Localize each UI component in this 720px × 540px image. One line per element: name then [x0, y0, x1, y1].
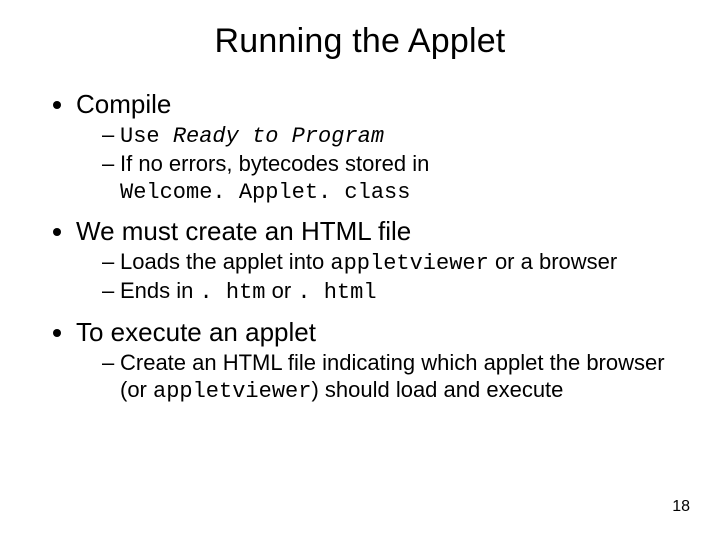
bullet-execute: To execute an applet Create an HTML file…: [76, 317, 674, 406]
bullet-text: We must create an HTML file: [76, 216, 411, 246]
sub-text: Loads the applet into: [120, 249, 330, 274]
sub-text: Use: [120, 124, 173, 149]
bullet-text: Compile: [76, 89, 171, 119]
sub-text: If no errors, bytecodes stored in: [120, 151, 429, 176]
sub-text: or a browser: [489, 249, 617, 274]
sub-item: Create an HTML file indicating which app…: [102, 350, 674, 406]
sub-item: Use Ready to Program: [102, 122, 674, 151]
sub-text: ) should load and execute: [311, 377, 563, 402]
slide-title: Running the Applet: [0, 0, 720, 61]
bullet-html-file: We must create an HTML file Loads the ap…: [76, 216, 674, 307]
code-text: Ready to Program: [173, 124, 384, 149]
code-text: . htm: [200, 280, 266, 305]
slide: Running the Applet Compile Use Ready to …: [0, 0, 720, 540]
sub-list: Loads the applet into appletviewer or a …: [76, 249, 674, 307]
sub-item: If no errors, bytecodes stored in Welcom…: [102, 151, 674, 207]
code-text: . html: [297, 280, 376, 305]
code-text: appletviewer: [153, 379, 311, 404]
bullet-text: To execute an applet: [76, 317, 316, 347]
sub-text: or: [266, 278, 298, 303]
sub-list: Create an HTML file indicating which app…: [76, 350, 674, 406]
sub-text: Ends in: [120, 278, 200, 303]
slide-body: Compile Use Ready to Program If no error…: [0, 61, 720, 406]
code-text: Welcome. Applet. class: [120, 180, 410, 205]
sub-item: Ends in . htm or . html: [102, 278, 674, 307]
sub-item: Loads the applet into appletviewer or a …: [102, 249, 674, 278]
bullet-list: Compile Use Ready to Program If no error…: [46, 89, 674, 406]
bullet-compile: Compile Use Ready to Program If no error…: [76, 89, 674, 206]
sub-list: Use Ready to Program If no errors, bytec…: [76, 122, 674, 206]
code-text: appletviewer: [330, 251, 488, 276]
page-number: 18: [672, 498, 690, 516]
